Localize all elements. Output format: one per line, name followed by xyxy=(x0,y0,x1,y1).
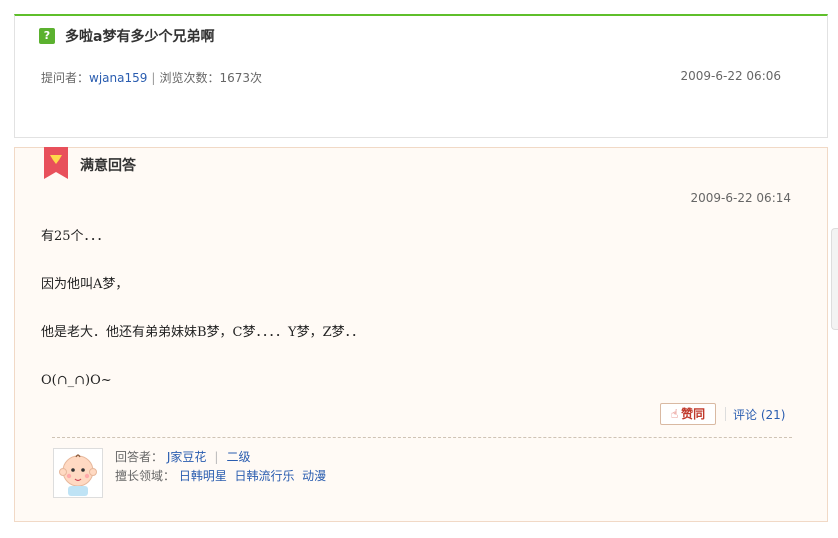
asker-label: 提问者： xyxy=(41,71,90,85)
answer-date: 2009-6-22 06:14 xyxy=(690,191,792,205)
answerer-link[interactable]: J家豆花 xyxy=(167,450,207,464)
expertise-link[interactable]: 动漫 xyxy=(302,469,326,483)
answer-body: 有25个．．． 因为他叫A梦， 他是老大．他还有弟弟妹妹B梦，C梦．．．．Y梦，… xyxy=(41,228,364,420)
question-date: 2009-6-22 06:06 xyxy=(680,69,782,83)
answerer-label: 回答者： xyxy=(115,450,164,464)
comment-label: 评论 xyxy=(733,408,758,422)
answerer-info: 回答者： J家豆花 | 二级 擅长领域： 日韩明星 日韩流行乐 动漫 xyxy=(115,448,326,486)
answer-card: 满意回答 2009-6-22 06:14 有25个．．． 因为他叫A梦， 他是老… xyxy=(14,147,828,522)
meta-separator: | xyxy=(151,71,156,85)
baby-face-icon xyxy=(59,454,97,496)
answer-line: O(∩_∩)O~ xyxy=(41,373,112,388)
answerer-row: 回答者： J家豆花 | 二级 xyxy=(115,448,326,467)
answer-line: 他是老大．他还有弟弟妹妹B梦，C梦．．．．Y梦，Z梦．． xyxy=(41,325,365,340)
answerer-level[interactable]: 二级 xyxy=(226,450,250,464)
thumbs-up-icon: ☝ xyxy=(670,407,679,421)
question-icon: ? xyxy=(39,28,55,44)
answer-line: 因为他叫A梦， xyxy=(41,277,129,292)
expertise-link[interactable]: 日韩流行乐 xyxy=(235,469,295,483)
expertise-row: 擅长领域： 日韩明星 日韩流行乐 动漫 xyxy=(115,467,326,486)
question-card: ? 多啦a梦有多少个兄弟啊 提问者：wjana159 | 浏览次数：1673次 20… xyxy=(14,14,828,138)
info-separator: | xyxy=(214,450,219,464)
like-label: 赞同 xyxy=(681,407,706,421)
best-answer-label: 满意回答 xyxy=(80,158,136,174)
expertise-link[interactable]: 日韩明星 xyxy=(179,469,227,483)
comment-link[interactable]: 评论 (21) xyxy=(733,406,785,423)
scroll-edge[interactable] xyxy=(831,228,838,330)
comment-count: (21) xyxy=(760,408,786,422)
divider xyxy=(725,407,726,421)
avatar[interactable] xyxy=(53,448,103,498)
answer-line: 有25个．．． xyxy=(41,229,110,244)
views-label: 浏览次数： xyxy=(159,71,220,85)
views-count: 1673次 xyxy=(219,71,262,85)
question-meta: 提问者：wjana159 | 浏览次数：1673次 xyxy=(41,69,262,86)
expertise-label: 擅长领域： xyxy=(115,469,176,483)
asker-link[interactable]: wjana159 xyxy=(89,71,147,85)
ribbon-icon xyxy=(44,147,68,179)
like-button[interactable]: ☝ 赞同 xyxy=(660,403,716,425)
dashed-divider xyxy=(52,437,792,438)
question-title: 多啦a梦有多少个兄弟啊 xyxy=(65,29,215,45)
